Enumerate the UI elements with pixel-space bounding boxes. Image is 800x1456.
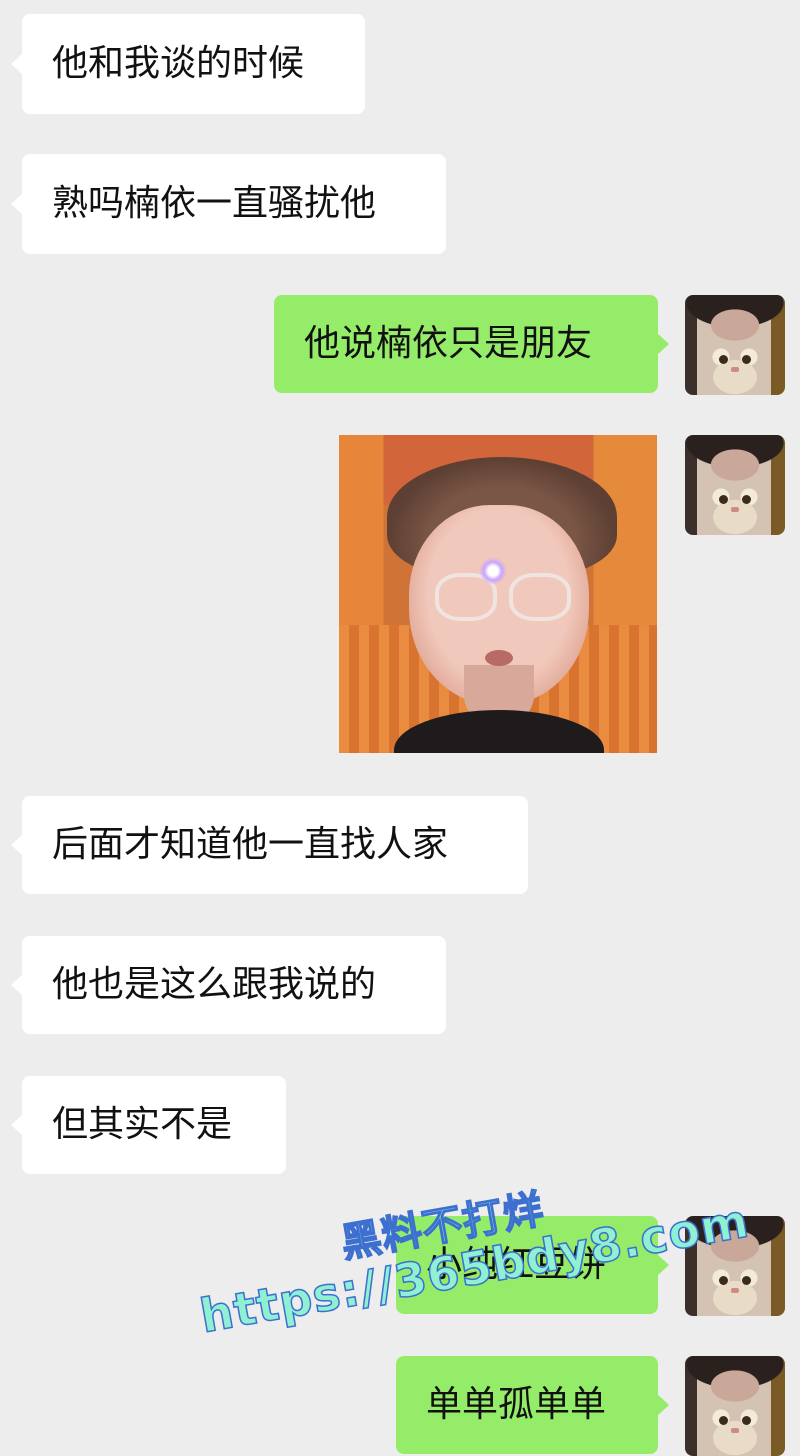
message-text: 他和我谈的时候: [52, 43, 305, 84]
meme-face-sticker[interactable]: [339, 435, 657, 753]
message-bubble-received[interactable]: 熟吗楠依一直骚扰他: [22, 154, 446, 254]
message-text: 他说楠依只是朋友: [304, 323, 593, 364]
message-text: 熟吗楠依一直骚扰他: [52, 183, 377, 224]
message-bubble-received[interactable]: 他也是这么跟我说的: [22, 936, 446, 1034]
cat-avatar-icon[interactable]: [685, 435, 785, 535]
message-text: 后面才知道他一直找人家: [52, 824, 449, 865]
message-bubble-received[interactable]: 他和我谈的时候: [22, 14, 365, 114]
message-bubble-received[interactable]: 但其实不是: [22, 1076, 286, 1174]
message-text: 但其实不是: [52, 1104, 233, 1145]
message-bubble-sent[interactable]: 单单孤单单: [396, 1356, 658, 1454]
cat-avatar-icon[interactable]: [685, 1356, 785, 1456]
cat-avatar-icon[interactable]: [685, 295, 785, 395]
message-bubble-sent[interactable]: 他说楠依只是朋友: [274, 295, 658, 393]
message-bubble-received[interactable]: 后面才知道他一直找人家: [22, 796, 528, 894]
message-text: 单单孤单单: [426, 1384, 607, 1425]
message-text: 他也是这么跟我说的: [52, 964, 377, 1005]
